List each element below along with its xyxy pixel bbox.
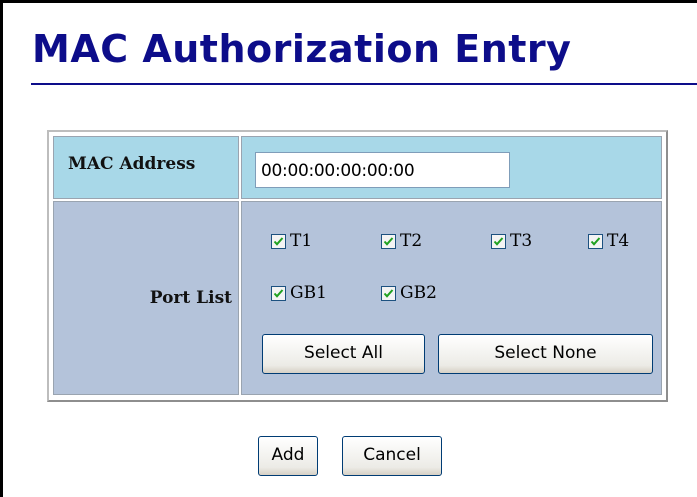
mac-address-value-cell: 00:00:00:00:00:00 [241, 136, 662, 199]
port-label-t1: T1 [290, 231, 313, 251]
select-none-label: Select None [494, 343, 597, 363]
cancel-label: Cancel [363, 445, 421, 465]
mac-address-input[interactable]: 00:00:00:00:00:00 [255, 152, 510, 188]
select-none-button[interactable]: Select None [438, 334, 653, 374]
select-all-button[interactable]: Select All [262, 334, 425, 374]
add-button[interactable]: Add [258, 436, 318, 476]
port-label-gb1: GB1 [290, 283, 327, 303]
checkbox-checked-icon[interactable] [381, 234, 396, 249]
mac-address-label: MAC Address [68, 154, 196, 174]
port-list-label: Port List [149, 288, 232, 308]
checkbox-checked-icon[interactable] [491, 234, 506, 249]
port-label-t4: T4 [607, 231, 630, 251]
port-label-t3: T3 [510, 231, 533, 251]
title-underline [31, 83, 697, 85]
checkbox-checked-icon[interactable] [381, 286, 396, 301]
mac-address-label-cell: MAC Address [53, 136, 239, 199]
checkbox-checked-icon[interactable] [271, 234, 286, 249]
port-list-value-cell: T1 T2 T3 T4 GB1 GB2 Select All Select No… [241, 201, 662, 395]
select-all-label: Select All [304, 343, 383, 363]
mac-entry-form: MAC Address 00:00:00:00:00:00 Port List … [47, 130, 668, 402]
port-list-label-cell: Port List [53, 201, 239, 395]
checkbox-checked-icon[interactable] [271, 286, 286, 301]
port-label-gb2: GB2 [400, 283, 437, 303]
checkbox-checked-icon[interactable] [588, 234, 603, 249]
add-label: Add [271, 445, 305, 465]
page-title: MAC Authorization Entry [32, 27, 572, 71]
port-label-t2: T2 [400, 231, 423, 251]
cancel-button[interactable]: Cancel [342, 436, 442, 476]
